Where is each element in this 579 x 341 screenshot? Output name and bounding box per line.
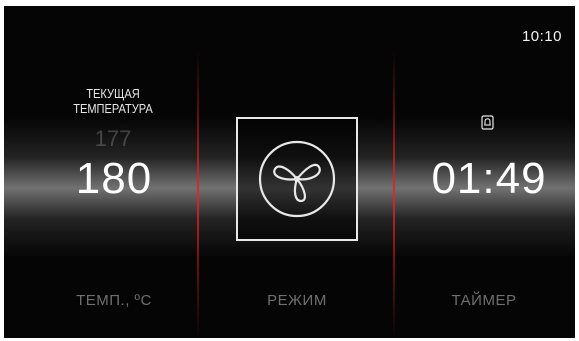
display-frame: 10:10 ТЕКУЩАЯ ТЕМПЕРАТУРА 177 180 ТЕМП.,…	[0, 0, 579, 341]
current-temperature-value: 177	[94, 126, 132, 151]
clock: 10:10	[521, 28, 562, 45]
mode-button[interactable]	[236, 117, 358, 241]
fan-icon	[258, 140, 336, 218]
timer-caption[interactable]: ТАЙМЕР	[424, 292, 544, 309]
current-temperature-label: ТЕКУЩАЯ ТЕМПЕРАТУРА	[73, 86, 153, 116]
divider-right	[393, 50, 395, 338]
temperature-caption[interactable]: ТЕМП., ºC	[54, 292, 174, 309]
set-temperature-value[interactable]: 180	[44, 154, 184, 204]
oven-display: 10:10 ТЕКУЩАЯ ТЕМПЕРАТУРА 177 180 ТЕМП.,…	[4, 6, 575, 338]
mode-caption[interactable]: РЕЖИМ	[236, 292, 358, 309]
bell-icon	[481, 115, 494, 130]
divider-left	[197, 50, 199, 338]
timer-value[interactable]: 01:49	[409, 154, 569, 204]
